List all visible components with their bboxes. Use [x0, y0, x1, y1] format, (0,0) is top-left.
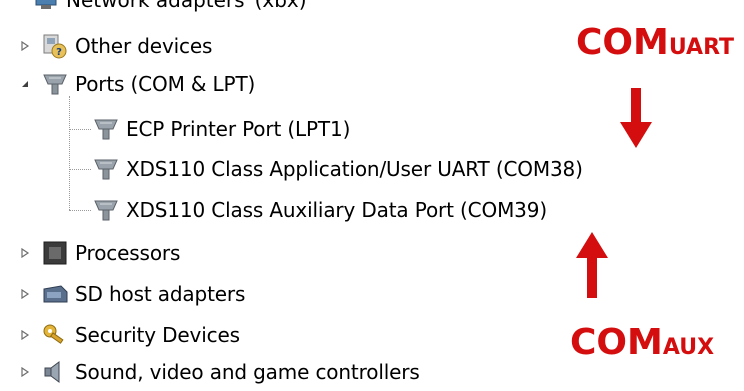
annotation-main-text: COM [570, 322, 663, 363]
port-icon [41, 70, 69, 98]
collapse-arrow-icon[interactable] [18, 77, 32, 91]
processor-icon [41, 239, 69, 267]
tree-connector-vertical [69, 96, 70, 210]
tree-connector-horizontal [69, 129, 91, 130]
speaker-icon [41, 358, 69, 386]
tree-row-network-adapters-partial[interactable]: Network adapters (xbx) [14, 0, 307, 14]
tree-item-label: Ports (COM & LPT) [75, 72, 256, 96]
port-icon [92, 115, 120, 143]
tree-row-sd-host-adapters[interactable]: SD host adapters [18, 275, 245, 313]
svg-text:?: ? [56, 47, 62, 58]
tree-row-other-devices[interactable]: ? Other devices [18, 27, 212, 65]
tree-row-security-devices[interactable]: Security Devices [18, 316, 240, 354]
port-icon [92, 196, 120, 224]
tree-row-processors[interactable]: Processors [18, 234, 180, 272]
port-icon [92, 155, 120, 183]
tree-item-label: Security Devices [75, 323, 240, 347]
tree-connector-horizontal [69, 169, 91, 170]
tree-item-label: SD host adapters [75, 282, 246, 306]
tree-row-xds110-uart[interactable]: XDS110 Class Application/User UART (COM3… [92, 150, 583, 188]
annotation-main-text: COM [576, 22, 669, 63]
annotation-com-uart: COMUART [576, 22, 734, 63]
security-key-icon [41, 321, 69, 349]
tree-item-label: Other devices [75, 34, 213, 58]
tree-item-suffix: (xbx) [254, 0, 307, 12]
tree-item-label: XDS110 Class Auxiliary Data Port (COM39) [126, 198, 547, 222]
sd-host-icon [41, 280, 69, 308]
tree-item-label: ECP Printer Port (LPT1) [126, 117, 351, 141]
expand-arrow-icon[interactable] [18, 328, 32, 342]
tree-item-label: XDS110 Class Application/User UART (COM3… [126, 157, 583, 181]
tree-row-sound-video[interactable]: Sound, video and game controllers [18, 353, 420, 391]
tree-row-xds110-aux[interactable]: XDS110 Class Auxiliary Data Port (COM39) [92, 191, 547, 229]
annotation-subscript-text: AUX [662, 335, 715, 360]
network-adapter-icon [32, 0, 60, 14]
tree-item-label: Sound, video and game controllers [75, 360, 420, 384]
annotation-com-aux: COMAUX [570, 322, 714, 363]
arrow-down-icon [620, 88, 652, 148]
tree-row-ports[interactable]: Ports (COM & LPT) [18, 65, 255, 103]
expand-arrow-icon[interactable] [18, 365, 32, 379]
arrow-up-icon [576, 232, 608, 298]
other-devices-icon: ? [41, 32, 69, 60]
tree-row-ecp-printer-port[interactable]: ECP Printer Port (LPT1) [92, 110, 350, 148]
expand-arrow-icon[interactable] [18, 287, 32, 301]
tree-connector-horizontal [69, 210, 91, 211]
expand-arrow-icon[interactable] [18, 246, 32, 260]
tree-item-label: Processors [75, 241, 181, 265]
annotation-subscript-text: UART [668, 35, 735, 60]
expand-arrow-icon[interactable] [18, 39, 32, 53]
tree-item-label: Network adapters [66, 0, 245, 12]
